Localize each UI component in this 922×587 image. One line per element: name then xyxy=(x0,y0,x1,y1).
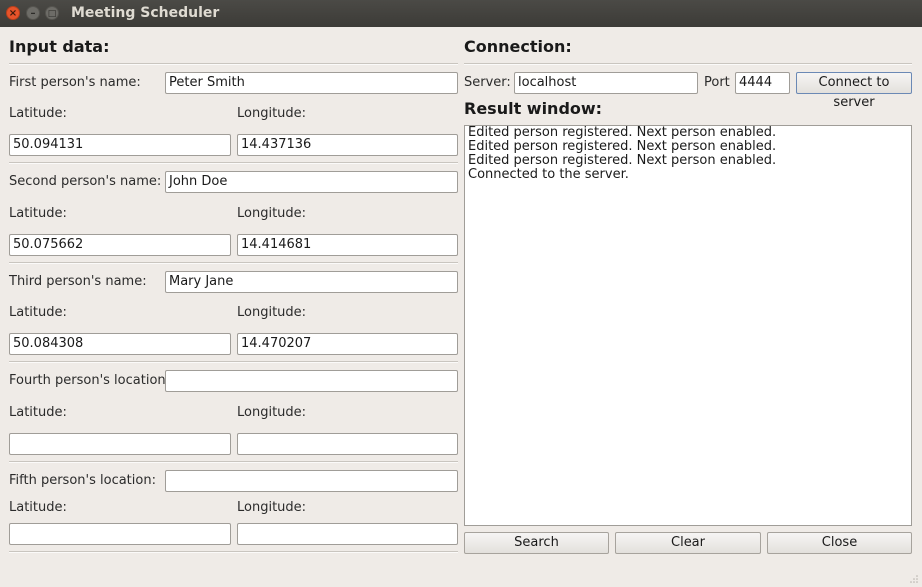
person4-longitude-label: Longitude: xyxy=(237,405,307,420)
person3-name-label: Third person's name: xyxy=(9,274,147,289)
result-window[interactable]: Edited person registered. Next person en… xyxy=(464,125,912,526)
server-field[interactable]: localhost xyxy=(514,72,698,94)
person3-latitude-label: Latitude: xyxy=(9,305,67,320)
person4-latitude-label: Latitude: xyxy=(9,405,67,420)
input-data-header: Input data: xyxy=(9,37,110,56)
clear-button[interactable]: Clear xyxy=(615,532,761,554)
person4-location-label: Fourth person's location: xyxy=(9,373,171,388)
person3-longitude-label: Longitude: xyxy=(237,305,307,320)
separator xyxy=(464,63,912,65)
person2-latitude-field[interactable]: 50.075662 xyxy=(9,234,231,256)
separator xyxy=(9,361,458,363)
port-field[interactable]: 4444 xyxy=(735,72,790,94)
person1-longitude-label: Longitude: xyxy=(237,106,307,121)
person4-location-field[interactable] xyxy=(165,370,458,392)
person5-latitude-field[interactable] xyxy=(9,523,231,545)
separator xyxy=(9,262,458,264)
person1-latitude-label: Latitude: xyxy=(9,106,67,121)
resize-grip-icon[interactable] xyxy=(909,574,919,584)
window-close-button[interactable]: × xyxy=(6,6,20,20)
person1-name-field[interactable]: Peter Smith xyxy=(165,72,458,94)
result-line: Edited person registered. Next person en… xyxy=(468,125,777,140)
result-line: Edited person registered. Next person en… xyxy=(468,139,777,154)
person3-latitude-field[interactable]: 50.084308 xyxy=(9,333,231,355)
connect-to-server-button[interactable]: Connect to server xyxy=(796,72,912,110)
person3-longitude-field[interactable]: 14.470207 xyxy=(237,333,458,355)
person1-longitude-field[interactable]: 14.437136 xyxy=(237,134,458,156)
server-label: Server: xyxy=(464,75,511,90)
person4-longitude-field[interactable] xyxy=(237,433,458,455)
result-line: Connected to the server. xyxy=(468,167,629,182)
person5-longitude-field[interactable] xyxy=(237,523,458,545)
window-title: Meeting Scheduler xyxy=(71,5,220,21)
result-line: Edited person registered. Next person en… xyxy=(468,153,777,168)
person4-latitude-field[interactable] xyxy=(9,433,231,455)
separator xyxy=(9,551,458,553)
person5-location-field[interactable] xyxy=(165,470,458,492)
person5-location-label: Fifth person's location: xyxy=(9,473,156,488)
person5-latitude-label: Latitude: xyxy=(9,500,67,515)
separator xyxy=(9,63,458,65)
person5-longitude-label: Longitude: xyxy=(237,500,307,515)
separator xyxy=(9,162,458,164)
person2-name-label: Second person's name: xyxy=(9,174,162,189)
title-bar: × – □ Meeting Scheduler xyxy=(0,0,922,27)
connection-header: Connection: xyxy=(464,37,572,56)
person2-longitude-label: Longitude: xyxy=(237,206,307,221)
person3-name-field[interactable]: Mary Jane xyxy=(165,271,458,293)
person2-latitude-label: Latitude: xyxy=(9,206,67,221)
person2-name-field[interactable]: John Doe xyxy=(165,171,458,193)
person1-name-label: First person's name: xyxy=(9,75,141,90)
close-button[interactable]: Close xyxy=(767,532,912,554)
separator xyxy=(9,461,458,463)
port-label: Port xyxy=(704,75,730,90)
person2-longitude-field[interactable]: 14.414681 xyxy=(237,234,458,256)
window-maximize-button[interactable]: □ xyxy=(45,6,59,20)
window-minimize-button[interactable]: – xyxy=(26,6,40,20)
result-window-header: Result window: xyxy=(464,99,603,118)
person1-latitude-field[interactable]: 50.094131 xyxy=(9,134,231,156)
search-button[interactable]: Search xyxy=(464,532,609,554)
